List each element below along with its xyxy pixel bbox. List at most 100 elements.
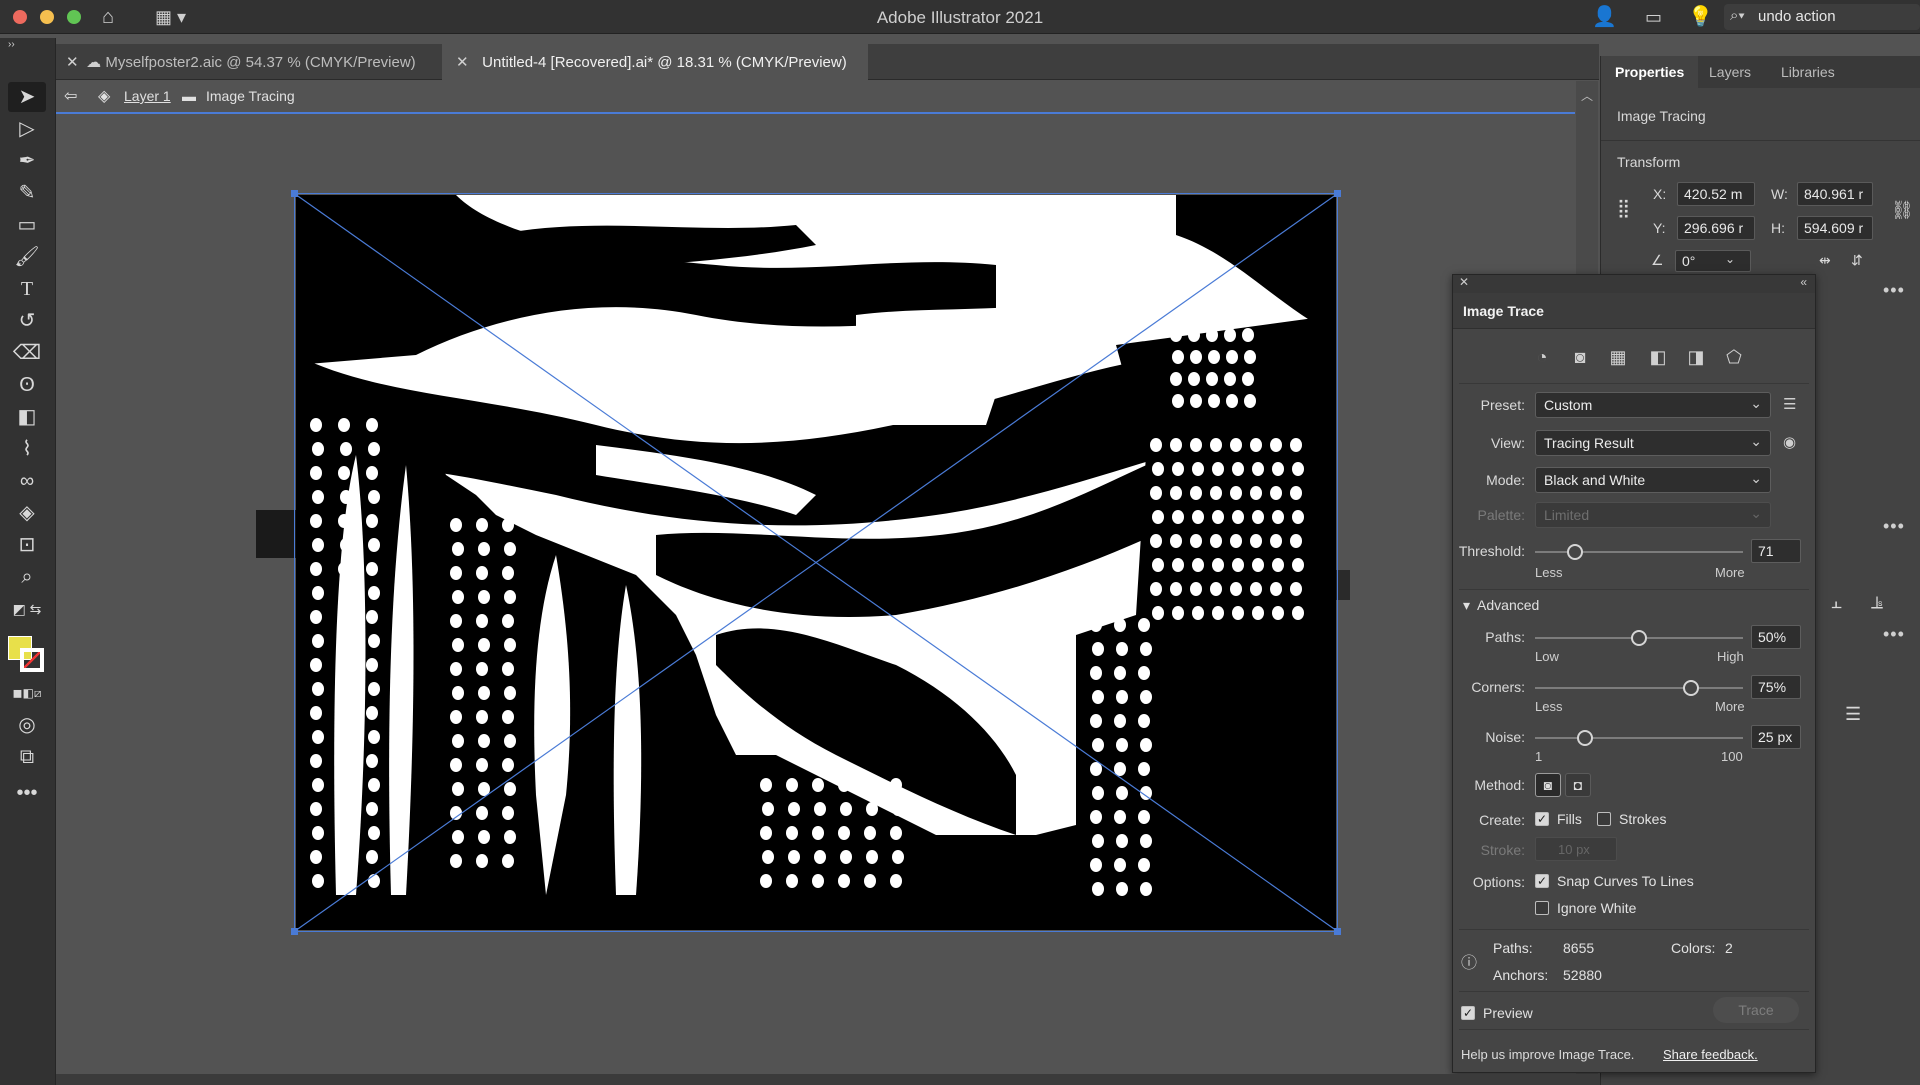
- eraser-tool-icon[interactable]: ⌫: [8, 338, 46, 368]
- stroke-swatch[interactable]: [20, 648, 44, 672]
- lightbulb-icon[interactable]: 💡: [1688, 5, 1713, 29]
- expand-toolbar-icon[interactable]: ››: [8, 40, 46, 50]
- more-options-icon[interactable]: •••: [1883, 516, 1905, 537]
- auto-color-icon[interactable]: ◔: [1529, 345, 1555, 369]
- scroll-up-icon[interactable]: ︿: [1581, 87, 1593, 104]
- curvature-tool-icon[interactable]: ✎: [8, 178, 46, 208]
- more-tools-icon[interactable]: •••: [8, 778, 46, 808]
- preset-select[interactable]: Custom ⌄: [1535, 392, 1771, 418]
- draw-mode-icon[interactable]: ◎: [8, 710, 46, 740]
- snap-curves-checkbox[interactable]: ✓: [1535, 874, 1549, 888]
- swap-fill-stroke-icon[interactable]: ◩ ⇆: [8, 594, 46, 624]
- high-color-icon[interactable]: ◙: [1567, 345, 1593, 369]
- zoom-tool-icon[interactable]: ⌕: [8, 562, 46, 592]
- share-feedback-link[interactable]: Share feedback.: [1663, 1047, 1758, 1062]
- paths-knob[interactable]: [1631, 630, 1647, 646]
- corners-slider[interactable]: [1535, 680, 1743, 696]
- noise-field[interactable]: 25 px: [1751, 725, 1801, 749]
- eye-icon[interactable]: ◉: [1783, 433, 1796, 451]
- low-color-icon[interactable]: ▦: [1605, 345, 1631, 369]
- noise-knob[interactable]: [1576, 730, 1593, 746]
- more-options-icon[interactable]: •••: [1883, 280, 1905, 301]
- direct-selection-tool-icon[interactable]: ▷: [8, 114, 46, 144]
- width-field[interactable]: 840.961 r: [1797, 182, 1873, 206]
- method-overlapping-button[interactable]: ◘: [1565, 773, 1591, 797]
- rectangle-tool-icon[interactable]: ▭: [8, 210, 46, 240]
- grayscale-icon[interactable]: ◧: [1645, 345, 1671, 369]
- type-tool-icon[interactable]: T: [8, 274, 46, 304]
- lasso-tool-icon[interactable]: ʘ: [8, 370, 46, 400]
- align-bottom-icon[interactable]: ⫠: [1831, 592, 1842, 613]
- search-input[interactable]: undo action: [1758, 8, 1836, 25]
- tab-libraries[interactable]: Libraries: [1767, 56, 1849, 88]
- palette-label: Palette:: [1477, 507, 1525, 523]
- paths-field[interactable]: 50%: [1751, 625, 1801, 649]
- close-tab-icon[interactable]: ✕: [66, 53, 82, 71]
- close-panel-icon[interactable]: ✕: [1459, 275, 1469, 289]
- window-blob: [890, 778, 902, 792]
- ignore-white-checkbox[interactable]: [1535, 901, 1549, 915]
- distribute-icon[interactable]: ⫡: [1871, 592, 1883, 613]
- corners-knob[interactable]: [1683, 680, 1699, 696]
- breadcrumb-layer[interactable]: Layer 1: [124, 88, 171, 104]
- artboard-tracing-result[interactable]: [296, 195, 1336, 930]
- pen-tool-icon[interactable]: ✒: [8, 146, 46, 176]
- height-field[interactable]: 594.609 r: [1797, 216, 1873, 240]
- chevron-down-icon[interactable]: ⌄: [1725, 252, 1735, 266]
- manage-presets-icon[interactable]: ☰: [1783, 395, 1796, 413]
- threshold-field[interactable]: 71: [1751, 539, 1801, 563]
- window-blob: [1244, 394, 1256, 408]
- tab-properties[interactable]: Properties: [1601, 56, 1699, 88]
- panel-drag-bar[interactable]: ✕ «: [1453, 275, 1815, 293]
- view-select[interactable]: Tracing Result ⌄: [1535, 430, 1771, 456]
- gradient-tool-icon[interactable]: ◧: [8, 402, 46, 432]
- window-blob: [786, 778, 798, 792]
- screen-mode-icon[interactable]: ⧉: [8, 742, 46, 772]
- tab-layers[interactable]: Layers: [1695, 56, 1765, 88]
- mode-select[interactable]: Black and White ⌄: [1535, 467, 1771, 493]
- advanced-toggle[interactable]: ▾ Advanced: [1463, 597, 1539, 614]
- user-invite-icon[interactable]: 👤: [1592, 5, 1617, 29]
- window-blob: [478, 686, 490, 700]
- tab-myselfposter2[interactable]: ✕ ☁ Myselfposter2.aic @ 54.37 % (CMYK/Pr…: [56, 44, 442, 80]
- noise-slider[interactable]: [1535, 730, 1743, 746]
- tab-untitled-4[interactable]: ✕ Untitled-4 [Recovered].ai* @ 18.31 % (…: [442, 44, 868, 80]
- preview-checkbox[interactable]: ✓: [1461, 1006, 1475, 1020]
- close-tab-icon[interactable]: ✕: [456, 53, 472, 71]
- panel-options-icon[interactable]: ☰: [1845, 704, 1861, 725]
- artboard-tool-icon[interactable]: ⊡: [8, 530, 46, 560]
- threshold-slider[interactable]: [1535, 544, 1743, 560]
- selection-tool-icon[interactable]: ➤: [8, 82, 46, 112]
- rotate-field[interactable]: 0°: [1675, 250, 1751, 272]
- paintbrush-tool-icon[interactable]: 🖌: [8, 242, 46, 272]
- strokes-checkbox[interactable]: [1597, 812, 1611, 826]
- method-abutting-button[interactable]: ◙: [1535, 773, 1561, 797]
- paths-slider[interactable]: [1535, 630, 1743, 646]
- window-blob: [1152, 462, 1164, 476]
- eyedropper-tool-icon[interactable]: ⌇: [8, 434, 46, 464]
- collapse-panel-icon[interactable]: «: [1800, 275, 1807, 289]
- outline-icon[interactable]: ⬠: [1721, 345, 1747, 369]
- blend-tool-icon[interactable]: ∞: [8, 466, 46, 496]
- reference-point-icon[interactable]: ⣿: [1617, 198, 1630, 219]
- shape-builder-tool-icon[interactable]: ◈: [8, 498, 46, 528]
- flip-horizontal-icon[interactable]: ⇹: [1819, 252, 1831, 269]
- trace-button[interactable]: Trace: [1713, 997, 1799, 1023]
- flip-vertical-icon[interactable]: ⇵: [1851, 252, 1863, 269]
- y-field[interactable]: 296.696 r: [1677, 216, 1755, 240]
- window-blob: [1138, 666, 1150, 680]
- rotate-tool-icon[interactable]: ↺: [8, 306, 46, 336]
- more-options-icon[interactable]: •••: [1883, 624, 1905, 645]
- arrange-documents-icon[interactable]: ▭: [1645, 5, 1662, 29]
- search-box[interactable]: ⌕▾ undo action: [1724, 4, 1920, 30]
- color-mode-icons[interactable]: ◼◧⧄: [8, 678, 46, 708]
- window-blob: [312, 826, 324, 840]
- x-field[interactable]: 420.52 m: [1677, 182, 1755, 206]
- window-blob: [1170, 534, 1182, 548]
- corners-field[interactable]: 75%: [1751, 675, 1801, 699]
- back-arrow-icon[interactable]: ⇦: [64, 86, 77, 106]
- threshold-knob[interactable]: [1566, 544, 1583, 560]
- fills-checkbox[interactable]: ✓: [1535, 812, 1549, 826]
- constrain-proportions-icon[interactable]: ⛓: [1891, 200, 1914, 221]
- black-white-icon[interactable]: ◨: [1683, 345, 1709, 369]
